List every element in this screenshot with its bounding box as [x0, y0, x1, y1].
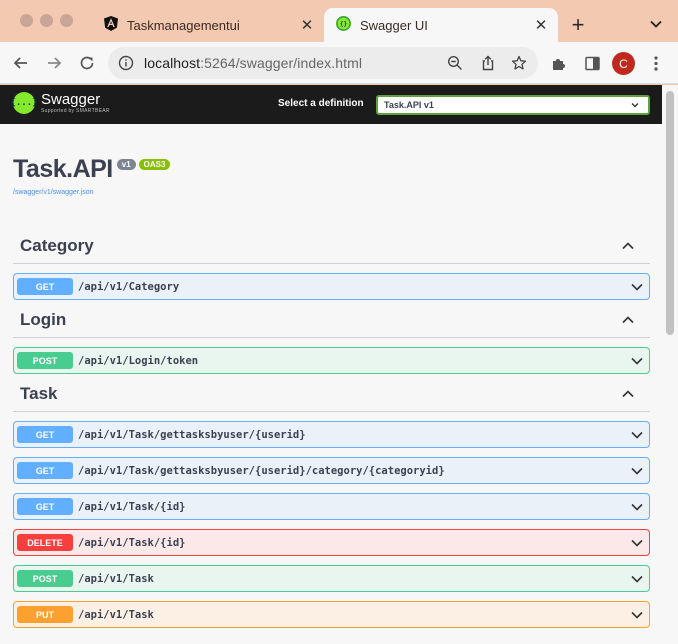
- section-category: Category GET/api/v1/Category: [13, 228, 650, 300]
- operation-path: /api/v1/Task/{id}: [78, 536, 186, 549]
- chevron-down-icon[interactable]: [629, 535, 645, 551]
- operation-row[interactable]: POST/api/v1/Login/token: [13, 347, 650, 374]
- swagger-logo-icon: {...}: [10, 92, 38, 114]
- scrollbar[interactable]: [662, 85, 678, 644]
- forward-arrow-icon[interactable]: [42, 51, 66, 75]
- chevron-down-icon[interactable]: [629, 571, 645, 587]
- browser-tab-bar: Taskmanagementui ✕ {} Swagger UI ✕ +: [0, 0, 678, 42]
- chevron-down-icon[interactable]: [629, 353, 645, 369]
- method-badge: PUT: [17, 606, 73, 623]
- side-panel-icon[interactable]: [581, 52, 603, 74]
- operation-path: /api/v1/Task/gettasksbyuser/{userid}: [78, 428, 306, 441]
- swagger-icon: {}: [336, 16, 351, 34]
- section-task: Task GET/api/v1/Task/gettasksbyuser/{user…: [13, 376, 650, 628]
- url-path: :5264/swagger/index.html: [200, 55, 363, 71]
- chevron-down-icon[interactable]: [629, 499, 645, 515]
- section-header[interactable]: Task: [13, 376, 650, 412]
- chevron-up-icon[interactable]: [620, 312, 636, 328]
- operation-path: /api/v1/Task: [78, 608, 154, 621]
- chevron-down-icon[interactable]: [629, 463, 645, 479]
- tab-swagger-ui[interactable]: {} Swagger UI ✕: [324, 8, 558, 42]
- site-info-icon[interactable]: [108, 55, 144, 71]
- bookmark-star-icon[interactable]: [509, 53, 529, 73]
- section-header[interactable]: Category: [13, 228, 650, 264]
- method-badge: DELETE: [17, 534, 73, 551]
- zoom-window-button[interactable]: [60, 14, 73, 27]
- tab-taskmanagementui[interactable]: Taskmanagementui ✕: [92, 8, 324, 42]
- operation-row[interactable]: GET/api/v1/Task/gettasksbyuser/{userid}: [13, 421, 650, 448]
- oas-badge: OAS3: [138, 159, 171, 170]
- operation-row[interactable]: PUT/api/v1/Task: [13, 601, 650, 628]
- url-host: localhost: [144, 55, 201, 71]
- method-badge: GET: [17, 278, 73, 295]
- new-tab-button[interactable]: +: [566, 12, 590, 37]
- tab-title: Taskmanagementui: [127, 17, 240, 33]
- operation-row[interactable]: GET/api/v1/Category: [13, 273, 650, 300]
- definition-select[interactable]: Task.API v1: [376, 95, 650, 115]
- spec-link[interactable]: /swagger/v1/swagger.json: [13, 189, 94, 196]
- browser-toolbar: localhost:5264/swagger/index.html C: [0, 42, 678, 84]
- swagger-logo-sub: Supported by SMARTBEAR: [41, 108, 110, 114]
- operation-row[interactable]: GET/api/v1/Task/gettasksbyuser/{userid}/…: [13, 457, 650, 484]
- operation-row[interactable]: POST/api/v1/Task: [13, 565, 650, 592]
- minimize-window-button[interactable]: [40, 14, 53, 27]
- method-badge: POST: [17, 570, 73, 587]
- definition-value: Task.API v1: [384, 100, 434, 110]
- back-arrow-icon[interactable]: [9, 51, 33, 75]
- profile-avatar[interactable]: C: [612, 52, 635, 75]
- extensions-puzzle-icon[interactable]: [548, 52, 570, 74]
- section-title: Category: [20, 235, 94, 255]
- version-badge: v1: [116, 159, 136, 170]
- section-login: Login POST/api/v1/Login/token: [13, 302, 650, 374]
- operation-row[interactable]: GET/api/v1/Task/{id}: [13, 493, 650, 520]
- chevron-down-icon[interactable]: [629, 607, 645, 623]
- chevron-up-icon[interactable]: [620, 238, 636, 254]
- swagger-logo-name: Swagger: [41, 91, 101, 108]
- url-text: localhost:5264/swagger/index.html: [144, 55, 362, 71]
- operation-path: /api/v1/Login/token: [78, 354, 199, 367]
- method-badge: GET: [17, 426, 73, 443]
- operation-path: /api/v1/Task/{id}: [78, 500, 186, 513]
- tab-title: Swagger UI: [360, 17, 428, 33]
- operation-path: /api/v1/Category: [78, 280, 180, 293]
- section-title: Task: [20, 383, 58, 403]
- svg-text:{}: {}: [340, 21, 348, 28]
- chevron-up-icon[interactable]: [620, 386, 636, 402]
- operation-path: /api/v1/Task: [78, 572, 154, 585]
- zoom-out-icon[interactable]: [445, 53, 465, 73]
- swagger-topbar: {...} Swagger Supported by SMARTBEAR Sel…: [0, 85, 662, 124]
- method-badge: GET: [17, 498, 73, 515]
- share-icon[interactable]: [478, 53, 498, 73]
- swagger-logo[interactable]: {...} Swagger Supported by SMARTBEAR: [10, 91, 110, 115]
- more-menu-icon[interactable]: [645, 52, 667, 74]
- definition-label: Select a definition: [278, 98, 364, 109]
- chevron-down-icon: [630, 100, 640, 112]
- close-window-button[interactable]: [20, 14, 33, 27]
- section-title: Login: [20, 309, 67, 329]
- section-header[interactable]: Login: [13, 302, 650, 338]
- address-bar[interactable]: localhost:5264/swagger/index.html: [108, 47, 538, 79]
- api-info: Task.API v1 OAS3 /swagger/v1/swagger.json: [13, 155, 171, 196]
- page-viewport: {...} Swagger Supported by SMARTBEAR Sel…: [0, 85, 678, 644]
- chevron-down-icon[interactable]: [629, 427, 645, 443]
- close-tab-icon[interactable]: ✕: [296, 14, 318, 36]
- page-title: Task.API: [13, 155, 113, 183]
- close-tab-icon[interactable]: ✕: [530, 14, 552, 36]
- angular-icon: [104, 16, 118, 34]
- operation-path: /api/v1/Task/gettasksbyuser/{userid}/cat…: [78, 464, 445, 477]
- chevron-down-icon[interactable]: [646, 14, 666, 34]
- operation-row[interactable]: DELETE/api/v1/Task/{id}: [13, 529, 650, 556]
- chevron-down-icon[interactable]: [629, 279, 645, 295]
- scroll-thumb[interactable]: [666, 91, 674, 335]
- reload-icon[interactable]: [75, 51, 99, 75]
- method-badge: GET: [17, 462, 73, 479]
- swagger-logo-text: Swagger Supported by SMARTBEAR: [41, 91, 110, 115]
- method-badge: POST: [17, 352, 73, 369]
